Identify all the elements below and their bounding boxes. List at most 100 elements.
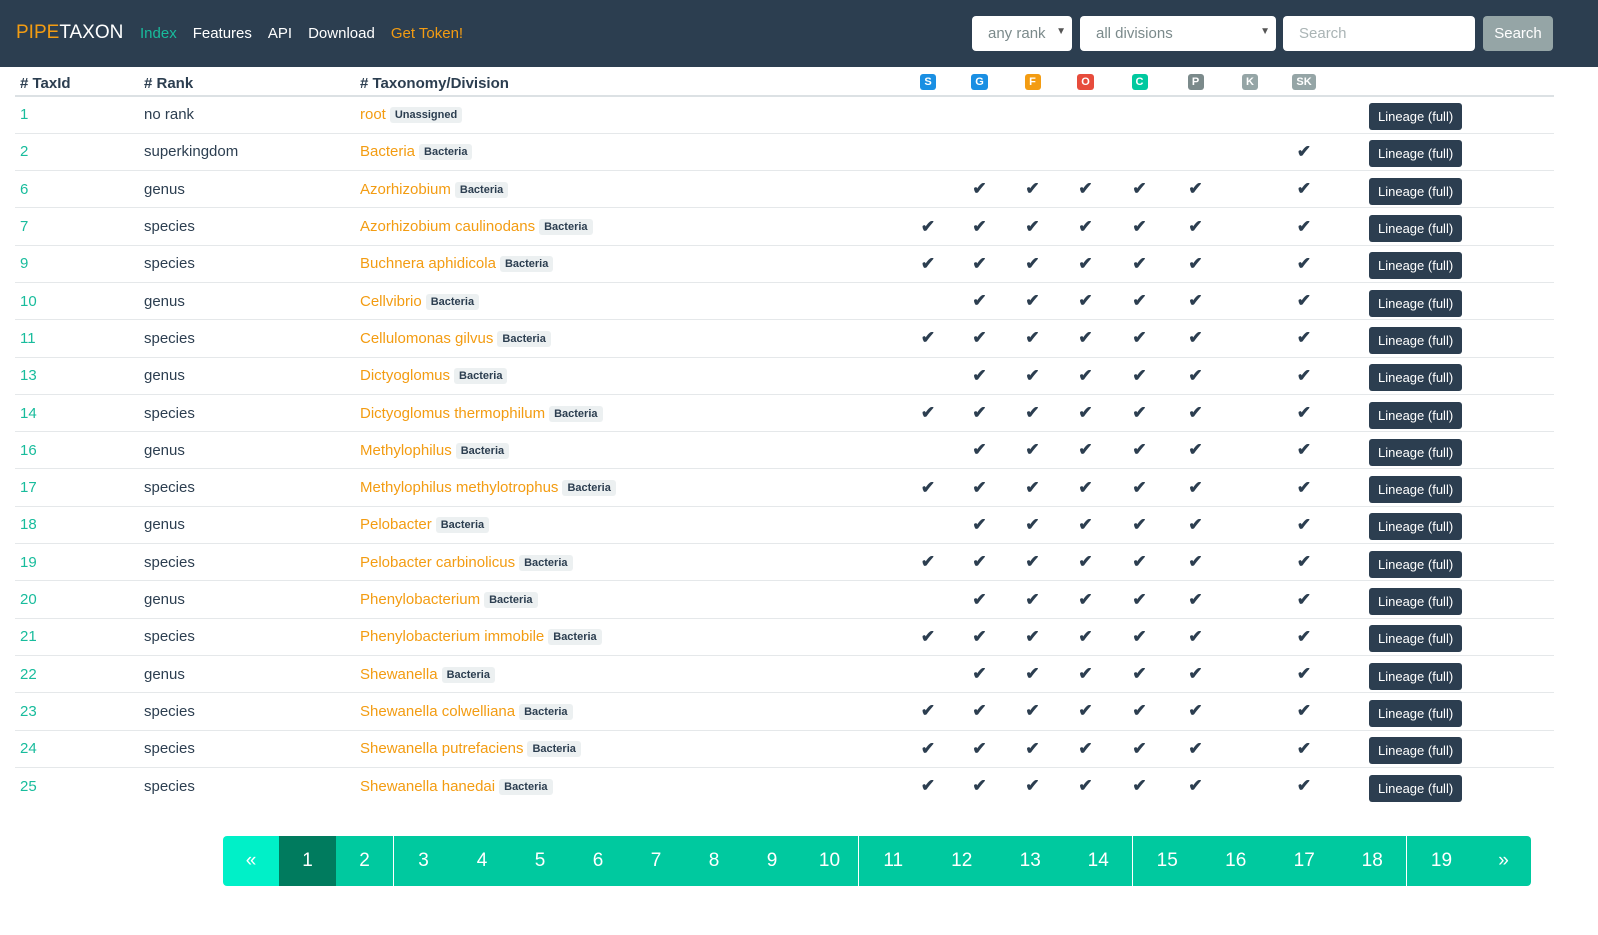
taxid-link[interactable]: 7 <box>20 218 28 235</box>
taxid-link[interactable]: 22 <box>20 666 37 683</box>
taxon-link[interactable]: Methylophilus methylotrophus <box>360 479 558 496</box>
rank-check-cell: ✔ <box>1060 618 1111 656</box>
taxonomy-cell: Phenylobacterium immobile Bacteria <box>355 618 902 656</box>
lineage-full-button[interactable]: Lineage (full) <box>1369 140 1463 168</box>
taxid-link[interactable]: 9 <box>20 255 28 272</box>
taxid-link[interactable]: 17 <box>20 479 37 496</box>
taxid-link[interactable]: 16 <box>20 442 37 459</box>
taxid-link[interactable]: 14 <box>20 405 37 422</box>
taxid-link[interactable]: 19 <box>20 554 37 571</box>
lineage-full-button[interactable]: Lineage (full) <box>1369 476 1463 504</box>
rank-badge-o: O <box>1077 74 1094 90</box>
pagination-page[interactable]: 18 <box>1338 836 1407 886</box>
search-input[interactable]: Search <box>1283 16 1475 51</box>
pagination-page[interactable]: 1 <box>279 836 336 886</box>
pagination-page[interactable]: 12 <box>927 836 996 886</box>
lineage-full-button[interactable]: Lineage (full) <box>1369 737 1463 765</box>
division-select[interactable]: all divisions ▼ <box>1080 16 1276 51</box>
taxid-link[interactable]: 23 <box>20 703 37 720</box>
taxon-link[interactable]: Phenylobacterium immobile <box>360 628 544 645</box>
nav-link-download[interactable]: Download <box>308 25 375 42</box>
lineage-full-button[interactable]: Lineage (full) <box>1369 774 1463 802</box>
taxon-link[interactable]: Azorhizobium <box>360 181 451 198</box>
lineage-full-button[interactable]: Lineage (full) <box>1369 550 1463 578</box>
rank-badge-p: P <box>1187 74 1204 90</box>
pagination-next[interactable]: » <box>1476 836 1531 886</box>
brand-logo[interactable]: PIPETAXON <box>16 22 123 44</box>
lineage-full-button[interactable]: Lineage (full) <box>1369 401 1463 429</box>
taxon-link[interactable]: Shewanella putrefaciens <box>360 740 523 757</box>
taxid-link[interactable]: 10 <box>20 293 37 310</box>
taxid-link[interactable]: 2 <box>20 143 28 160</box>
check-icon: ✔ <box>1296 291 1312 311</box>
lineage-full-button[interactable]: Lineage (full) <box>1369 625 1463 653</box>
taxon-link[interactable]: Shewanella colwelliana <box>360 703 515 720</box>
taxid-link[interactable]: 21 <box>20 628 37 645</box>
pagination-page[interactable]: 5 <box>511 836 569 886</box>
nav-link-index[interactable]: Index <box>140 25 177 42</box>
pagination-page[interactable]: 10 <box>801 836 859 886</box>
pagination-page[interactable]: 14 <box>1064 836 1133 886</box>
rank-check-cell <box>1223 319 1277 358</box>
taxon-link[interactable]: Azorhizobium caulinodans <box>360 218 535 235</box>
division-badge: Bacteria <box>435 517 490 534</box>
search-button[interactable]: Search <box>1483 16 1553 51</box>
taxon-link[interactable]: Pelobacter carbinolicus <box>360 554 515 571</box>
taxon-link[interactable]: Dictyoglomus thermophilum <box>360 405 545 422</box>
pagination-page[interactable]: 2 <box>336 836 394 886</box>
taxon-link[interactable]: Cellvibrio <box>360 293 422 310</box>
lineage-full-button[interactable]: Lineage (full) <box>1369 252 1463 280</box>
taxid-link[interactable]: 20 <box>20 591 37 608</box>
pagination-page[interactable]: 11 <box>859 836 928 886</box>
lineage-full-button[interactable]: Lineage (full) <box>1369 699 1463 727</box>
lineage-full-button[interactable]: Lineage (full) <box>1369 588 1463 615</box>
lineage-full-button[interactable]: Lineage (full) <box>1369 662 1463 690</box>
taxon-link[interactable]: Cellulomonas gilvus <box>360 330 493 347</box>
taxon-link[interactable]: Phenylobacterium <box>360 591 480 608</box>
taxon-link[interactable]: Shewanella hanedai <box>360 778 495 795</box>
pagination-page[interactable]: 9 <box>743 836 801 886</box>
taxon-link[interactable]: Pelobacter <box>360 516 432 533</box>
lineage-full-button[interactable]: Lineage (full) <box>1369 326 1463 354</box>
pagination-page[interactable]: 4 <box>453 836 511 886</box>
nav-link-api[interactable]: API <box>268 25 292 42</box>
taxid-link[interactable]: 25 <box>20 778 37 795</box>
lineage-full-button[interactable]: Lineage (full) <box>1369 364 1463 392</box>
rank-check-cell: ✔ <box>1060 506 1111 545</box>
taxid-link[interactable]: 13 <box>20 367 37 384</box>
taxon-link[interactable]: Dictyoglomus <box>360 367 450 384</box>
pagination-page[interactable]: 7 <box>627 836 685 886</box>
taxon-link[interactable]: Buchnera aphidicola <box>360 255 496 272</box>
pagination-page[interactable]: 13 <box>996 836 1065 886</box>
taxid-link[interactable]: 11 <box>20 330 36 347</box>
lineage-full-button[interactable]: Lineage (full) <box>1369 177 1463 205</box>
pagination-page[interactable]: 3 <box>394 836 453 886</box>
pagination-page[interactable]: 8 <box>685 836 743 886</box>
pagination-page[interactable]: 17 <box>1270 836 1339 886</box>
taxon-link[interactable]: Shewanella <box>360 666 438 683</box>
check-icon: ✔ <box>1078 514 1093 534</box>
taxon-link[interactable]: Methylophilus <box>360 442 452 459</box>
lineage-full-button[interactable]: Lineage (full) <box>1369 438 1463 466</box>
taxid-link[interactable]: 24 <box>20 740 37 757</box>
pagination-page[interactable]: 16 <box>1201 836 1270 886</box>
rank-check-cell: ✔ <box>954 767 1005 804</box>
pagination-page[interactable]: 15 <box>1133 836 1202 886</box>
lineage-full-button[interactable]: Lineage (full) <box>1369 215 1463 243</box>
taxid-link[interactable]: 6 <box>20 181 28 198</box>
taxid-link[interactable]: 1 <box>20 106 28 123</box>
rank-check-cell: ✔ <box>1060 282 1111 321</box>
pagination-prev[interactable]: « <box>223 836 279 886</box>
pagination-page[interactable]: 19 <box>1407 836 1476 886</box>
rank-check-cell <box>1223 767 1277 804</box>
lineage-full-button[interactable]: Lineage (full) <box>1369 513 1463 541</box>
rank-select[interactable]: any rank ▼ <box>972 16 1072 51</box>
taxon-link[interactable]: root <box>360 106 386 123</box>
taxid-link[interactable]: 18 <box>20 516 37 533</box>
lineage-full-button[interactable]: Lineage (full) <box>1369 103 1463 131</box>
nav-link-features[interactable]: Features <box>193 25 252 42</box>
nav-link-get-token[interactable]: Get Token! <box>391 25 463 42</box>
pagination-page[interactable]: 6 <box>569 836 627 886</box>
taxon-link[interactable]: Bacteria <box>360 143 415 160</box>
lineage-full-button[interactable]: Lineage (full) <box>1369 289 1463 317</box>
